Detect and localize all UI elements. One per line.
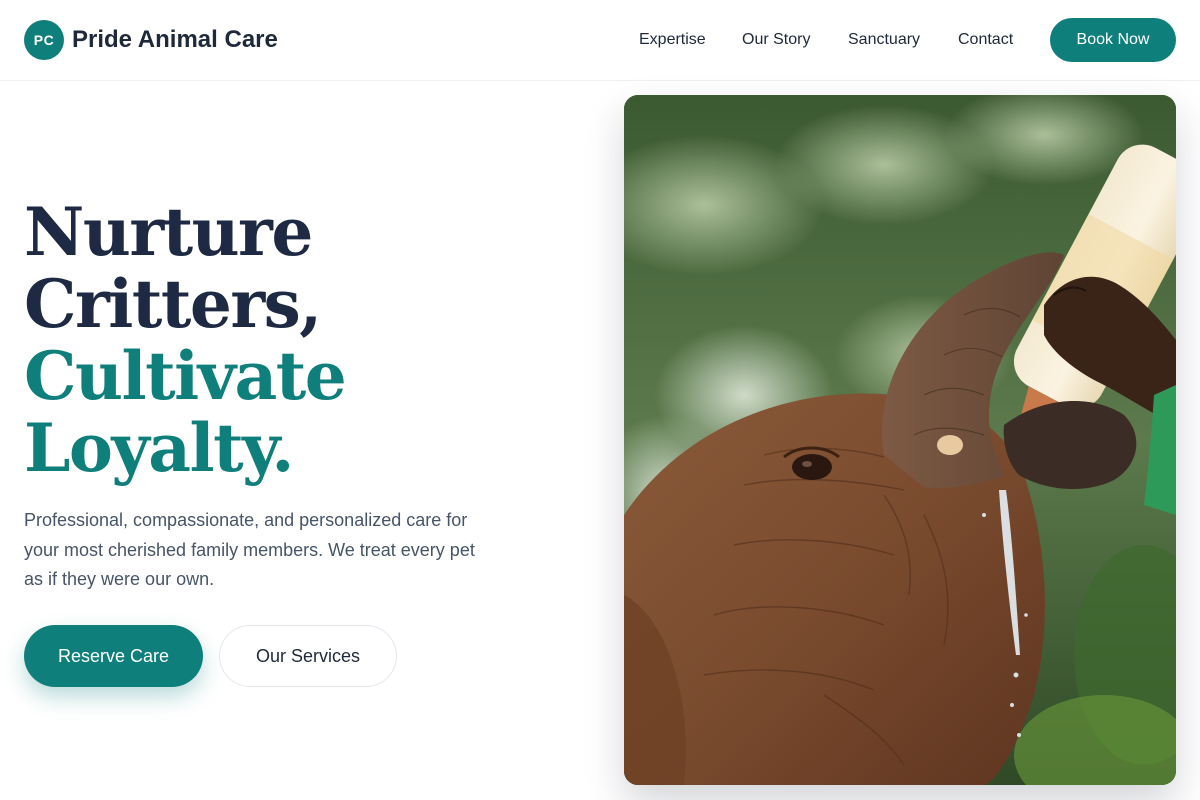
- nav-item-our-story[interactable]: Our Story: [742, 31, 810, 49]
- site-header: PC Pride Animal Care Expertise Our Story…: [0, 0, 1200, 81]
- logo[interactable]: PC Pride Animal Care: [24, 20, 278, 60]
- elephant-illustration: [624, 95, 1176, 785]
- nav-item-expertise[interactable]: Expertise: [639, 31, 706, 49]
- headline-line-1: Nurture: [24, 193, 313, 271]
- book-now-button[interactable]: Book Now: [1050, 18, 1176, 62]
- brand-name: Pride Animal Care: [72, 26, 278, 53]
- nav-item-contact[interactable]: Contact: [958, 31, 1013, 49]
- headline-line-2: Critters,: [24, 265, 322, 343]
- reserve-care-button[interactable]: Reserve Care: [24, 625, 203, 687]
- our-services-button[interactable]: Our Services: [219, 625, 397, 687]
- headline-line-3: Cultivate: [24, 337, 347, 415]
- logo-mark: PC: [24, 20, 64, 60]
- headline-line-4: Loyalty.: [24, 409, 294, 487]
- hero-image-elephant-feeding: [624, 95, 1176, 785]
- hero-lead-text: Professional, compassionate, and persona…: [24, 510, 475, 589]
- nav-item-sanctuary[interactable]: Sanctuary: [848, 31, 920, 49]
- hero-headline: Nurture Critters, Cultivate Loyalty.: [24, 196, 544, 484]
